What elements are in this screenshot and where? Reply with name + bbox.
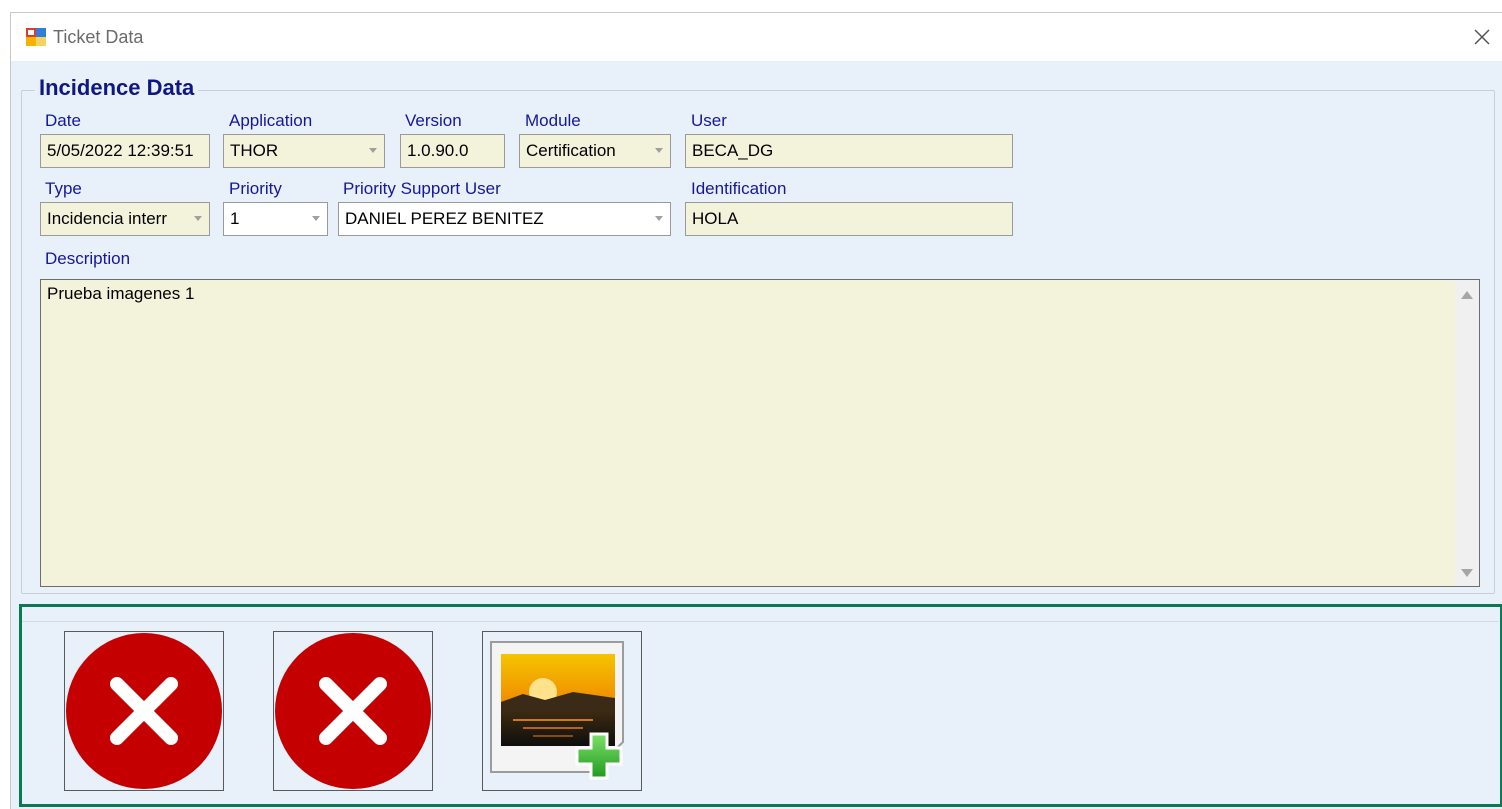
chevron-down-icon[interactable] (305, 203, 327, 235)
close-icon[interactable] (1468, 23, 1496, 51)
type-label: Type (45, 179, 82, 198)
type-value: Incidencia interr (47, 209, 168, 228)
image-panel (19, 604, 1502, 807)
module-value: Certification (526, 141, 616, 160)
description-value: Prueba imagenes 1 (47, 284, 195, 303)
priority-support-user-combo[interactable]: DANIEL PEREZ BENITEZ (338, 202, 671, 236)
date-field[interactable]: 5/05/2022 12:39:51 (40, 134, 210, 168)
priority-support-user-value: DANIEL PEREZ BENITEZ (345, 209, 544, 228)
identification-label: Identification (691, 179, 787, 198)
chevron-down-icon[interactable] (648, 203, 670, 235)
group-title: Incidence Data (35, 75, 199, 101)
chevron-down-icon[interactable] (187, 203, 209, 235)
error-x-icon (275, 633, 431, 789)
description-scrollbar[interactable] (1455, 280, 1479, 586)
priority-value: 1 (230, 209, 240, 228)
application-value: THOR (230, 141, 279, 160)
scroll-down-icon[interactable] (1460, 568, 1474, 578)
error-x-icon (66, 633, 222, 789)
module-combo[interactable]: Certification (519, 134, 671, 168)
description-textarea[interactable]: Prueba imagenes 1 (40, 279, 1480, 587)
image-thumb-2[interactable] (273, 631, 433, 791)
version-field[interactable]: 1.0.90.0 (400, 134, 505, 168)
description-label: Description (45, 249, 131, 268)
version-label: Version (405, 111, 462, 130)
application-label: Application (229, 111, 313, 130)
window-title: Ticket Data (53, 27, 144, 47)
chevron-down-icon[interactable] (362, 135, 384, 167)
identification-field[interactable]: HOLA (685, 202, 1013, 236)
priority-label: Priority (229, 179, 282, 198)
priority-combo[interactable]: 1 (223, 202, 328, 236)
date-label: Date (45, 111, 81, 130)
image-thumb-1[interactable] (64, 631, 224, 791)
module-label: Module (525, 111, 581, 130)
user-field[interactable]: BECA_DG (685, 134, 1013, 168)
app-form-icon (25, 27, 47, 47)
user-label: User (691, 111, 727, 130)
title-bar[interactable]: Ticket Data (11, 13, 1502, 61)
scroll-up-icon[interactable] (1460, 290, 1474, 300)
priority-support-user-label: Priority Support User (343, 179, 501, 198)
add-image-icon (490, 641, 624, 780)
add-image-button[interactable] (482, 631, 642, 791)
chevron-down-icon[interactable] (648, 135, 670, 167)
application-combo[interactable]: THOR (223, 134, 385, 168)
ticket-data-window: Ticket Data Incidence Data Date Applicat… (10, 12, 1502, 809)
type-combo[interactable]: Incidencia interr (40, 202, 210, 236)
